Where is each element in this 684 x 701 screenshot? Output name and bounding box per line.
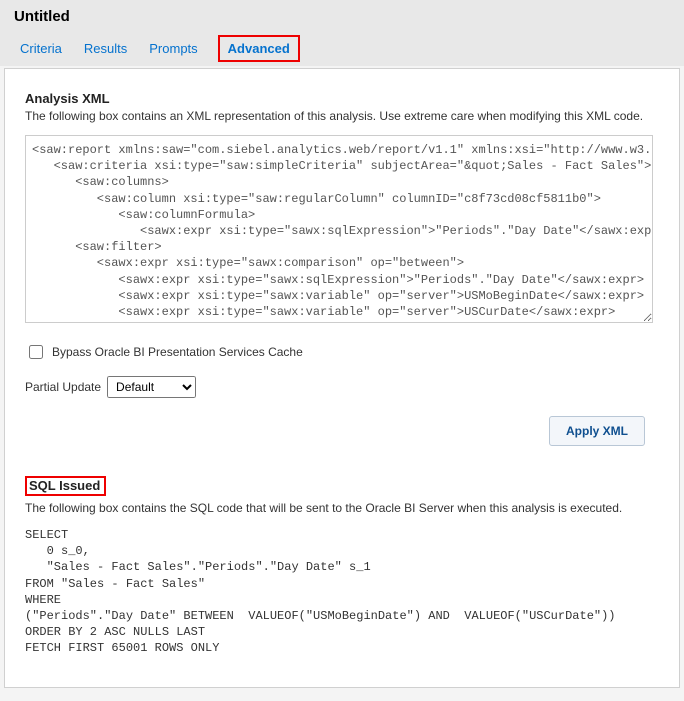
analysis-xml-section: Analysis XML The following box contains … (25, 91, 667, 326)
analysis-xml-title: Analysis XML (25, 91, 667, 106)
sql-issued-title: SQL Issued (25, 476, 106, 496)
bypass-cache-checkbox[interactable] (29, 345, 43, 359)
analysis-xml-textarea[interactable] (25, 135, 653, 323)
tab-advanced-highlight: Advanced (218, 35, 300, 62)
partial-update-label: Partial Update (25, 380, 101, 394)
tab-results[interactable]: Results (82, 37, 129, 62)
sql-issued-code: SELECT 0 s_0, "Sales - Fact Sales"."Peri… (25, 527, 667, 657)
partial-update-select[interactable]: Default (107, 376, 196, 398)
tab-strip: Criteria Results Prompts Advanced (14, 37, 670, 62)
analysis-xml-desc: The following box contains an XML repres… (25, 109, 667, 123)
tab-criteria[interactable]: Criteria (18, 37, 64, 62)
header-bar: Untitled Criteria Results Prompts Advanc… (0, 0, 684, 66)
sql-issued-section: SQL Issued The following box contains th… (25, 476, 667, 657)
bypass-cache-row: Bypass Oracle BI Presentation Services C… (25, 342, 667, 362)
apply-xml-button[interactable]: Apply XML (549, 416, 645, 446)
tab-prompts[interactable]: Prompts (147, 37, 199, 62)
apply-xml-row: Apply XML (25, 416, 667, 446)
bypass-cache-label: Bypass Oracle BI Presentation Services C… (52, 345, 303, 359)
sql-issued-desc: The following box contains the SQL code … (25, 501, 667, 515)
page-title: Untitled (14, 8, 670, 25)
tab-advanced[interactable]: Advanced (228, 39, 290, 58)
content-area: Analysis XML The following box contains … (4, 68, 680, 688)
partial-update-row: Partial Update Default (25, 376, 667, 398)
